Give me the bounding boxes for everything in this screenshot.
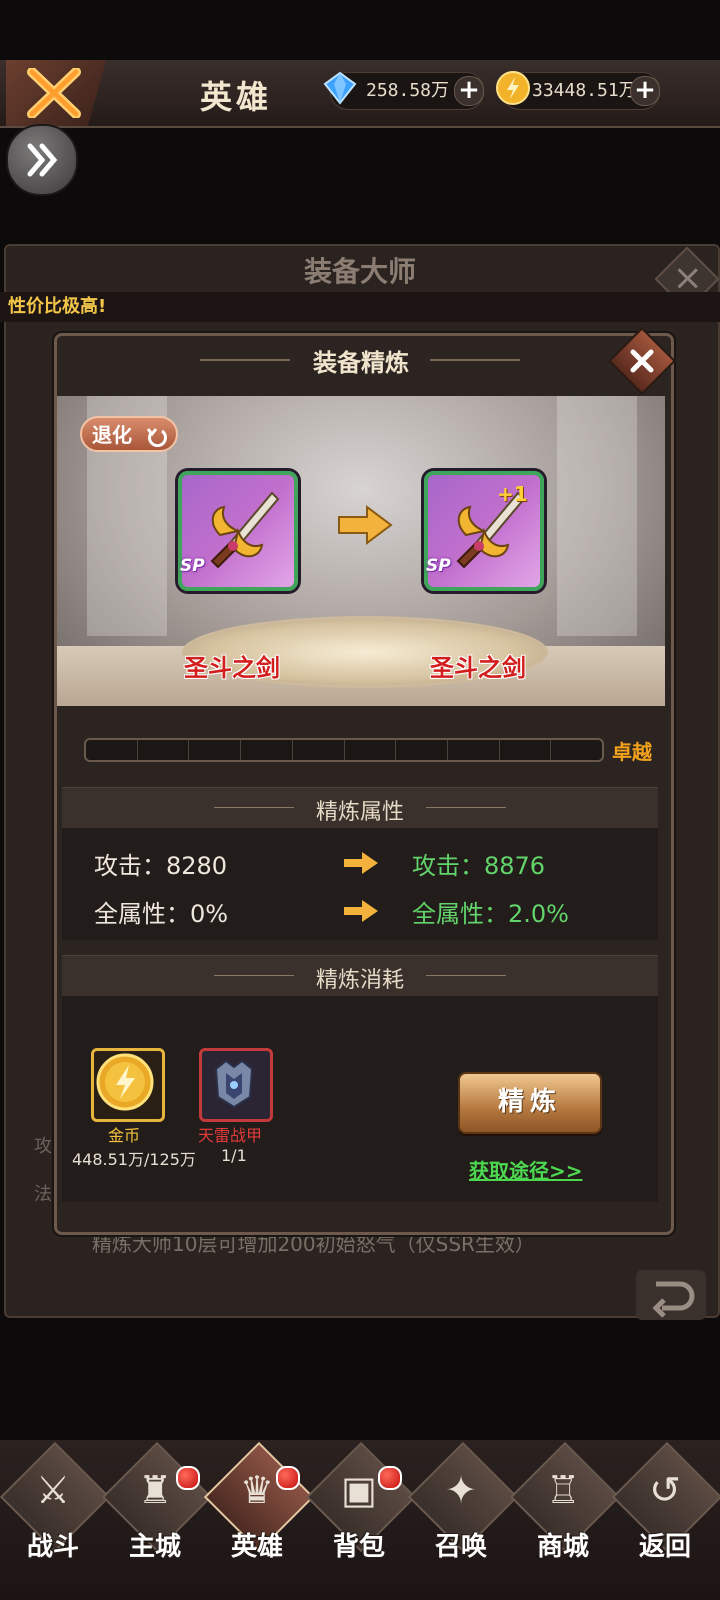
nav-shop[interactable]: ♖ 商城 (509, 1441, 621, 1570)
modal-title: 装备精炼 (313, 349, 409, 377)
add-diamond-button[interactable]: + (454, 76, 484, 106)
sp-tag: SP (426, 556, 451, 576)
statue-right (557, 396, 637, 636)
return-icon (652, 1281, 695, 1318)
armor-cost-slot[interactable] (199, 1048, 273, 1122)
gold-coin-icon (96, 1053, 154, 1111)
add-gold-button[interactable]: + (630, 76, 660, 106)
nav-main-city[interactable]: ♜ 主城 (101, 1441, 213, 1570)
panel-title: 装备大师 (303, 255, 416, 288)
upgrade-arrow-icon (338, 505, 393, 545)
notification-badge (176, 1466, 200, 1490)
nav-backpack[interactable]: ▣ 背包 (305, 1441, 417, 1570)
gold-cost-amount: 448.51万/125万 (72, 1150, 196, 1169)
nav-label: 主城 (128, 1532, 181, 1562)
nav-label: 商城 (536, 1532, 589, 1562)
bg-row-label: 法 (34, 1184, 52, 1205)
nav-label: 召唤 (434, 1532, 487, 1562)
refine-progress-bar (84, 738, 604, 762)
acquire-source-link[interactable]: 获取途径>> (469, 1155, 583, 1184)
expand-button[interactable] (6, 124, 78, 196)
grade-label: 卓越 (612, 740, 652, 764)
arrow-right-icon (344, 900, 378, 922)
arrow-right-icon (344, 852, 378, 874)
shop-icon: ♖ (545, 1468, 581, 1512)
panel-return-button[interactable] (636, 1270, 706, 1320)
bg-row-label: 攻 (34, 1136, 52, 1157)
armor-cost-name: 天雷战甲 (198, 1126, 263, 1145)
nav-label: 背包 (332, 1532, 385, 1562)
sp-tag: SP (180, 556, 205, 576)
undo-icon (146, 428, 167, 447)
notification-badge (378, 1466, 402, 1490)
promo-text: 性价比极高! (0, 292, 720, 322)
nav-summon[interactable]: ✦ 召唤 (407, 1441, 519, 1570)
notification-badge (276, 1466, 300, 1490)
degrade-label: 退化 (92, 423, 132, 447)
gold-coin-icon (496, 71, 530, 105)
all-stats-after: 全属性：2.0% (412, 900, 569, 928)
refine-level-tag: +1 (497, 482, 528, 506)
armor-cost-amount: 1/1 (221, 1146, 247, 1165)
current-item-name: 圣斗之剑 (184, 654, 280, 682)
summon-icon: ✦ (445, 1468, 477, 1512)
refine-button[interactable]: 精炼 (458, 1072, 602, 1134)
gold-cost-name: 金币 (108, 1126, 141, 1145)
page-title: 英雄 (200, 78, 273, 116)
nav-hero[interactable]: ♛ 英雄 (203, 1441, 315, 1570)
attack-after: 攻击：8876 (412, 852, 546, 880)
nav-battle[interactable]: ⚔ 战斗 (0, 1441, 111, 1570)
attributes-title: 精炼属性 (315, 800, 404, 825)
diamond-amount: 258.58万 (366, 80, 450, 101)
diamond-icon (323, 71, 357, 105)
all-stats-before: 全属性：0% (94, 900, 229, 928)
return-icon: ↺ (649, 1468, 681, 1512)
cost-title: 精炼消耗 (315, 968, 404, 993)
next-item-name: 圣斗之剑 (430, 654, 526, 682)
double-chevron-icon (27, 143, 58, 177)
swords-icon: ⚔ (35, 1468, 71, 1512)
close-x-icon (27, 68, 81, 118)
nav-return[interactable]: ↺ 返回 (611, 1441, 720, 1570)
nav-label: 英雄 (230, 1532, 283, 1562)
nav-label: 返回 (638, 1532, 691, 1562)
gold-amount: 33448.51万 (532, 80, 637, 101)
armor-icon (214, 1059, 254, 1109)
degrade-button[interactable]: 退化 (80, 416, 178, 452)
attack-before: 攻击：8280 (94, 852, 228, 880)
gold-cost-slot[interactable] (91, 1048, 165, 1122)
nav-label: 战斗 (26, 1532, 79, 1562)
close-icon (630, 349, 654, 373)
